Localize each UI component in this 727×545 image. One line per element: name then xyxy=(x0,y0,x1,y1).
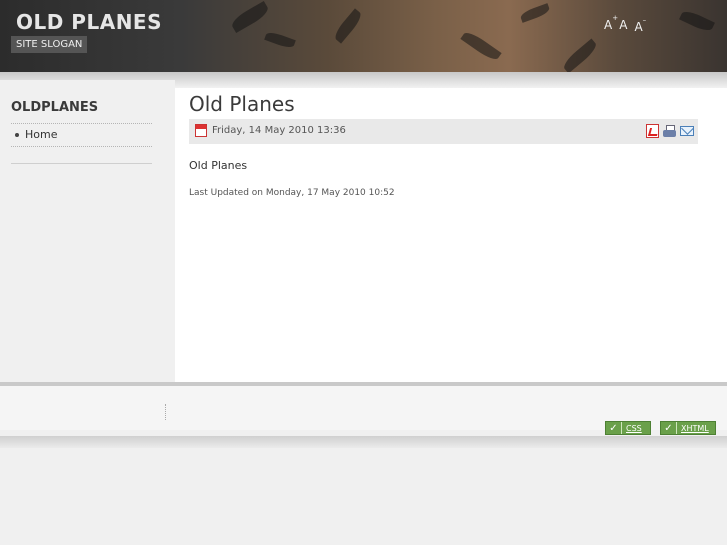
font-increase-mark: + xyxy=(612,14,619,22)
article-last-updated: Last Updated on Monday, 17 May 2010 10:5… xyxy=(189,188,395,198)
foliage-decoration xyxy=(229,0,271,34)
foliage-decoration xyxy=(560,38,600,72)
footer-divider xyxy=(165,404,166,420)
article-title: Old Planes xyxy=(189,92,295,116)
article-meta-bar: Friday, 14 May 2010 13:36 xyxy=(189,119,698,144)
font-decrease-mark: – xyxy=(642,16,647,24)
font-decrease-label: A xyxy=(634,20,643,34)
sidebar-title: OLDPLANES xyxy=(11,100,99,115)
article-body: Old Planes xyxy=(189,159,248,172)
check-icon: ✓ xyxy=(606,422,622,434)
bullet-icon xyxy=(15,132,19,137)
pdf-icon[interactable] xyxy=(646,124,659,138)
article-created-date: Friday, 14 May 2010 13:36 xyxy=(212,125,346,136)
calendar-icon xyxy=(195,124,207,137)
sidebar-divider xyxy=(11,163,152,164)
foliage-decoration xyxy=(679,8,715,34)
foliage-decoration xyxy=(519,3,551,23)
css-valid-badge[interactable]: ✓ CSS xyxy=(605,421,651,435)
site-slogan: SITE SLOGAN xyxy=(11,36,88,53)
bottom-band xyxy=(0,436,727,448)
check-icon: ✓ xyxy=(661,422,677,434)
font-reset-button[interactable]: A xyxy=(619,18,627,34)
sidebar-divider xyxy=(11,123,152,124)
main-content: Old Planes Friday, 14 May 2010 13:36 Old… xyxy=(175,88,727,382)
foliage-decoration xyxy=(331,8,365,44)
sidebar: OLDPLANES Home xyxy=(0,80,175,382)
sidebar-item-home[interactable]: Home xyxy=(15,128,57,141)
font-increase-button[interactable]: A + xyxy=(604,14,618,34)
xhtml-valid-badge[interactable]: ✓ XHTML xyxy=(660,421,716,435)
foliage-decoration xyxy=(264,30,296,50)
print-icon[interactable] xyxy=(663,124,676,138)
foliage-decoration xyxy=(460,29,502,63)
xhtml-badge-label: XHTML xyxy=(681,423,709,433)
sidebar-divider xyxy=(11,146,152,147)
font-size-controls: A + A A – xyxy=(604,14,646,34)
css-badge-label: CSS xyxy=(626,423,642,433)
sidebar-item-label: Home xyxy=(25,128,58,141)
font-increase-label: A xyxy=(604,18,613,32)
site-title[interactable]: OLD PLANES xyxy=(16,10,162,34)
email-icon[interactable] xyxy=(680,126,694,136)
header-banner: OLD PLANES SITE SLOGAN A + A A – xyxy=(0,0,727,72)
font-decrease-button[interactable]: A – xyxy=(634,16,646,34)
